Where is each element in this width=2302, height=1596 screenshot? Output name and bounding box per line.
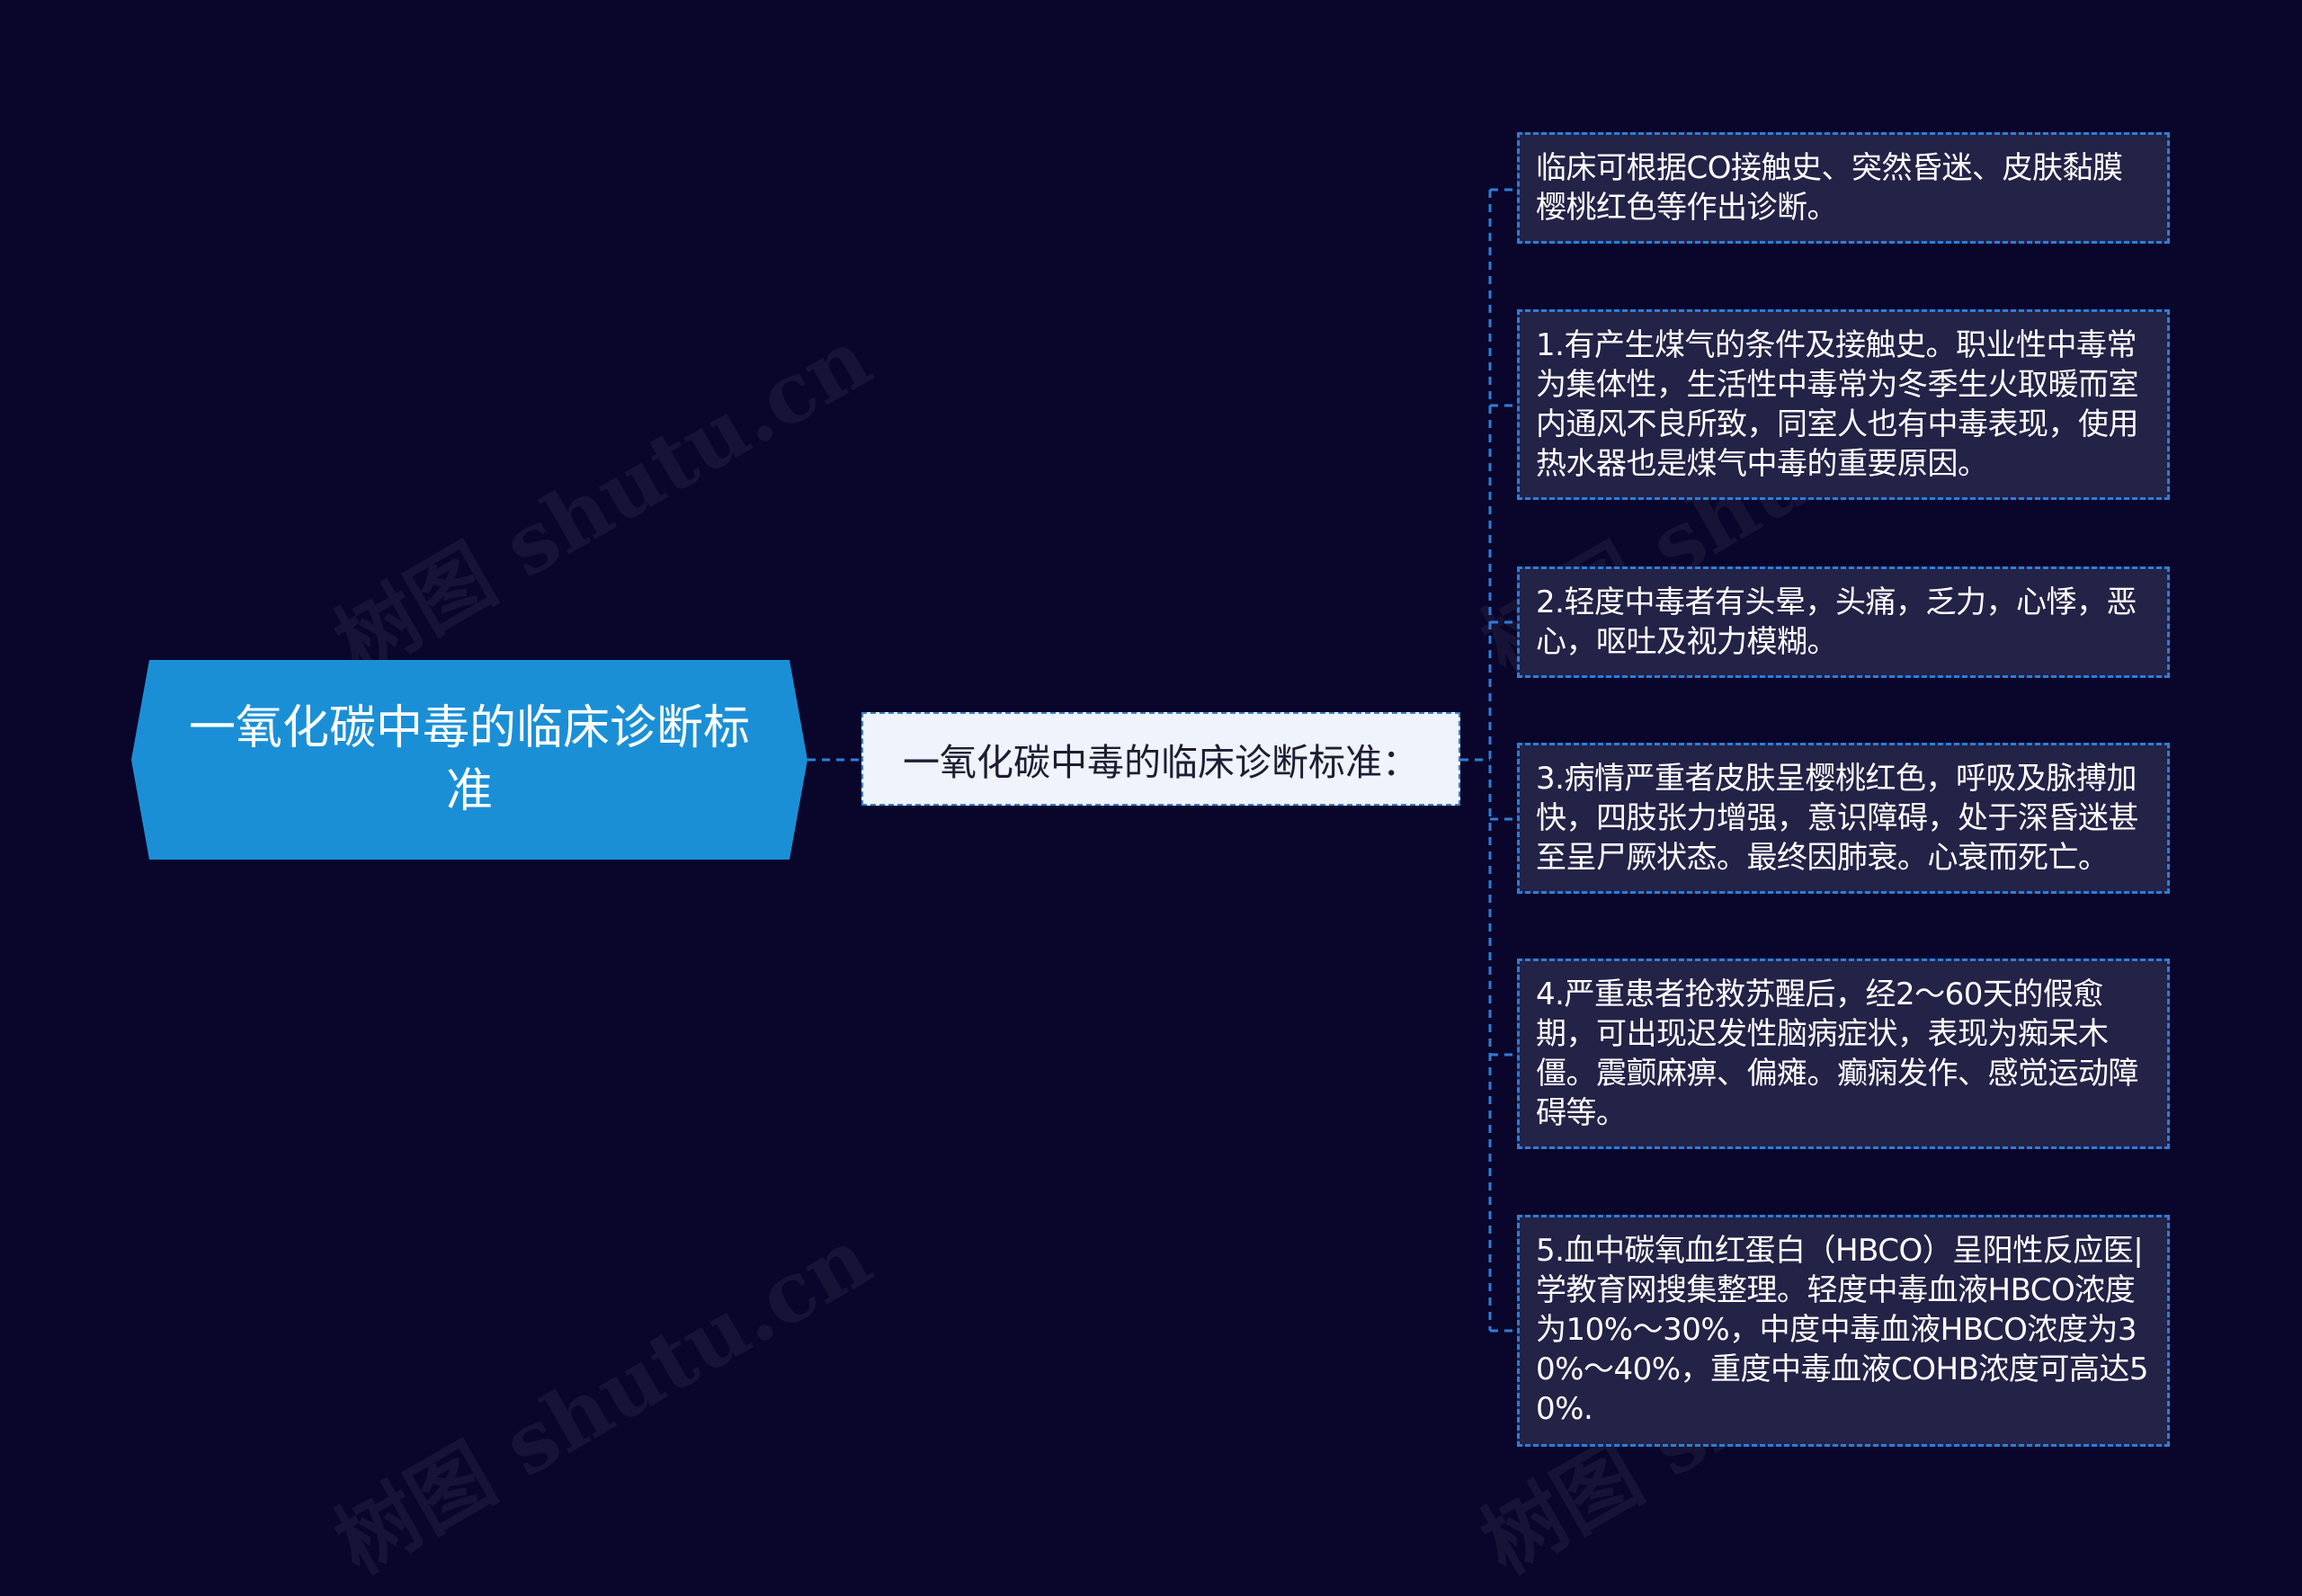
branch-node[interactable]: 一氧化碳中毒的临床诊断标准： — [861, 712, 1460, 806]
leaf-node-text: 1.有产生煤气的条件及接触史。职业性中毒常为集体性，生活性中毒常为冬季生火取暖而… — [1536, 327, 2139, 482]
leaf-node[interactable]: 3.病情严重者皮肤呈樱桃红色，呼吸及脉搏加快，四肢张力增强，意识障碍，处于深昏迷… — [1517, 743, 2170, 894]
leaf-node-text: 2.轻度中毒者有头晕，头痛，乏力，心悸，恶心，呕吐及视力模糊。 — [1536, 584, 2137, 660]
leaf-node[interactable]: 临床可根据CO接触史、突然昏迷、皮肤黏膜樱桃红色等作出诊断。 — [1517, 132, 2170, 244]
leaf-node[interactable]: 5.血中碳氧血红蛋白（HBCO）呈阳性反应医|学教育网搜集整理。轻度中毒血液HB… — [1517, 1215, 2170, 1447]
leaf-node-text: 3.病情严重者皮肤呈樱桃红色，呼吸及脉搏加快，四肢张力增强，意识障碍，处于深昏迷… — [1536, 761, 2139, 876]
leaf-node-text: 临床可根据CO接触史、突然昏迷、皮肤黏膜樱桃红色等作出诊断。 — [1536, 150, 2123, 226]
leaf-node-text: 4.严重患者抢救苏醒后，经2～60天的假愈期，可出现迟发性脑病症状，表现为痴呆木… — [1536, 976, 2139, 1131]
leaf-node[interactable]: 4.严重患者抢救苏醒后，经2～60天的假愈期，可出现迟发性脑病症状，表现为痴呆木… — [1517, 958, 2170, 1149]
leaf-node[interactable]: 1.有产生煤气的条件及接触史。职业性中毒常为集体性，生活性中毒常为冬季生火取暖而… — [1517, 309, 2170, 500]
root-node[interactable]: 一氧化碳中毒的临床诊断标准 — [131, 660, 807, 860]
root-node-label: 一氧化碳中毒的临床诊断标准 — [188, 701, 750, 818]
branch-node-label: 一氧化碳中毒的临床诊断标准： — [903, 741, 1419, 784]
leaf-node[interactable]: 2.轻度中毒者有头晕，头痛，乏力，心悸，恶心，呕吐及视力模糊。 — [1517, 566, 2170, 678]
leaf-node-text: 5.血中碳氧血红蛋白（HBCO）呈阳性反应医|学教育网搜集整理。轻度中毒血液HB… — [1536, 1233, 2149, 1427]
